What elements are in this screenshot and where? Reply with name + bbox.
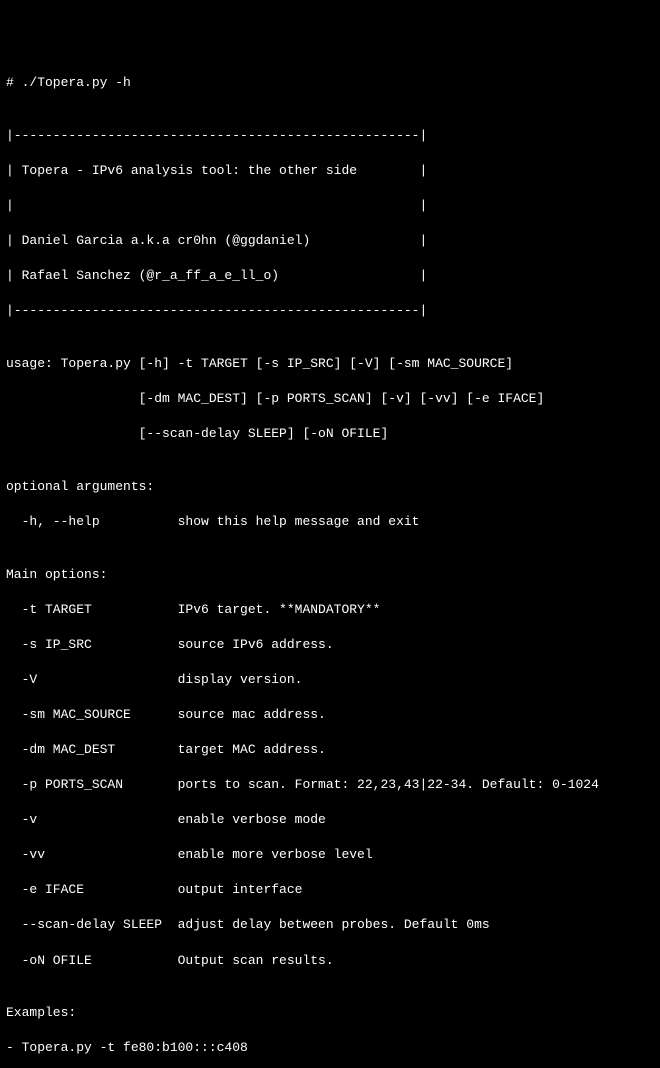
opt-help: -h, --help show this help message and ex… <box>6 513 654 531</box>
banner-spacer: | | <box>6 197 654 215</box>
opt-mac-source: -sm MAC_SOURCE source mac address. <box>6 706 654 724</box>
command-prompt: # ./Topera.py -h <box>6 74 654 92</box>
banner-border-top: |---------------------------------------… <box>6 127 654 145</box>
opt-very-verbose: -vv enable more verbose level <box>6 846 654 864</box>
opt-mac-dest: -dm MAC_DEST target MAC address. <box>6 741 654 759</box>
opt-output-file: -oN OFILE Output scan results. <box>6 952 654 970</box>
usage-line-2: [-dm MAC_DEST] [-p PORTS_SCAN] [-v] [-vv… <box>6 390 654 408</box>
opt-verbose: -v enable verbose mode <box>6 811 654 829</box>
usage-line-1: usage: Topera.py [-h] -t TARGET [-s IP_S… <box>6 355 654 373</box>
optional-args-header: optional arguments: <box>6 478 654 496</box>
main-options-header: Main options: <box>6 566 654 584</box>
banner-border-bottom: |---------------------------------------… <box>6 302 654 320</box>
opt-scan-delay: --scan-delay SLEEP adjust delay between … <box>6 916 654 934</box>
opt-target: -t TARGET IPv6 target. **MANDATORY** <box>6 601 654 619</box>
examples-header: Examples: <box>6 1004 654 1022</box>
banner-author-1: | Daniel Garcia a.k.a cr0hn (@ggdaniel) … <box>6 232 654 250</box>
opt-ip-src: -s IP_SRC source IPv6 address. <box>6 636 654 654</box>
usage-line-3: [--scan-delay SLEEP] [-oN OFILE] <box>6 425 654 443</box>
opt-iface: -e IFACE output interface <box>6 881 654 899</box>
opt-version: -V display version. <box>6 671 654 689</box>
example-1: - Topera.py -t fe80:b100:::c408 <box>6 1039 654 1057</box>
banner-author-2: | Rafael Sanchez (@r_a_ff_a_e_ll_o) | <box>6 267 654 285</box>
banner-title: | Topera - IPv6 analysis tool: the other… <box>6 162 654 180</box>
opt-ports-scan: -p PORTS_SCAN ports to scan. Format: 22,… <box>6 776 654 794</box>
